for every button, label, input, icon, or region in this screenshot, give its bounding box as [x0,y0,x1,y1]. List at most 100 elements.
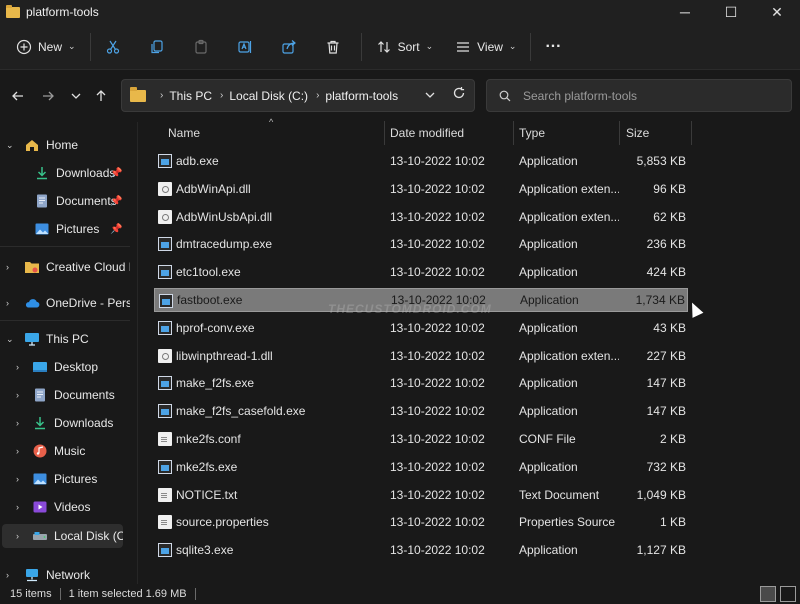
file-row[interactable]: libwinpthread-1.dll 13-10-2022 10:02 Appli… [154,344,688,368]
breadcrumb-platform-tools[interactable]: platform-tools [325,89,398,103]
file-row[interactable]: adb.exe 13-10-2022 10:02 Application 5,853 … [154,149,688,173]
rename-button[interactable] [229,31,261,63]
up-button[interactable] [91,86,111,106]
file-row[interactable]: mke2fs.exe 13-10-2022 10:02 Application 732… [154,455,688,479]
chevron-down-icon [71,93,81,99]
file-row[interactable]: AdbWinApi.dll 13-10-2022 10:02 Application… [154,177,688,201]
file-name: adb.exe [176,154,219,168]
large-icons-view-button[interactable] [780,586,796,602]
file-date-modified: 13-10-2022 10:02 [390,515,485,529]
pin-icon: 📌 [110,223,123,235]
cut-button[interactable] [97,31,129,63]
sidebar-item-documents-quick[interactable]: Documents 📌 [0,188,130,214]
pane-divider[interactable] [137,122,138,584]
search-box[interactable] [486,79,792,112]
column-header-label: Size [626,126,650,140]
file-size: 1 KB [659,515,686,529]
file-name: libwinpthread-1.dll [176,349,273,363]
chevron-right-icon: › [16,446,19,456]
view-list-icon [457,41,470,52]
column-header-date[interactable]: Date modified [390,118,464,148]
title-bar: platform-tools ─ ☐ ✕ [0,0,800,24]
details-view-button[interactable] [760,586,776,602]
sidebar-item-onedrive[interactable]: › OneDrive - Perso [0,290,130,316]
column-divider[interactable] [691,121,692,145]
file-date-modified: 13-10-2022 10:02 [390,237,485,251]
sidebar-item-pictures[interactable]: › Pictures [0,466,130,492]
file-row[interactable]: source.properties 13-10-2022 10:02 Propert… [154,510,688,534]
column-header-name[interactable]: Name [168,118,200,148]
file-date-modified: 13-10-2022 10:02 [390,154,485,168]
file-row[interactable]: sqlite3.exe 13-10-2022 10:02 Application 1,… [154,538,688,562]
file-row[interactable]: AdbWinUsbApi.dll 13-10-2022 10:02 Applicat… [154,205,688,229]
divider [0,246,130,247]
sidebar-item-documents[interactable]: › Documents [0,382,130,408]
file-name: make_f2fs_casefold.exe [176,404,306,418]
file-date-modified: 13-10-2022 10:02 [390,321,485,335]
more-options-button[interactable]: ··· [537,31,569,63]
paste-button[interactable] [185,31,217,63]
file-row[interactable]: NOTICE.txt 13-10-2022 10:02 Text Document 1… [154,483,688,507]
column-header-size[interactable]: Size [626,118,649,148]
file-row[interactable]: make_f2fs.exe 13-10-2022 10:02 Application… [154,371,688,395]
chevron-right-icon: › [160,90,164,101]
sidebar-item-this-pc[interactable]: ⌄ This PC [0,326,130,352]
delete-button[interactable] [317,31,349,63]
sidebar-item-home[interactable]: ⌄ Home [0,132,130,158]
plus-circle-icon [16,39,32,54]
file-row[interactable]: etc1tool.exe 13-10-2022 10:02 Application 4… [154,260,688,284]
breadcrumb: › This PC › Local Disk (C:) › platform-t… [152,89,398,103]
address-row: › This PC › Local Disk (C:) › platform-t… [0,70,800,122]
new-button[interactable]: New ⌄ [8,31,84,63]
close-button[interactable]: ✕ [754,0,800,24]
sort-button[interactable]: Sort ⌄ [368,31,442,63]
column-header-type[interactable]: Type [519,118,545,148]
desktop-icon [33,362,47,372]
file-size: 1,127 KB [636,543,686,557]
maximize-button[interactable]: ☐ [708,0,754,24]
column-divider[interactable] [384,121,385,145]
arrow-left-icon [12,91,23,101]
search-input[interactable] [523,88,783,103]
back-button[interactable] [8,86,28,106]
share-button[interactable] [273,31,305,63]
sidebar-item-music[interactable]: › Music [0,438,130,464]
address-history-dropdown[interactable] [424,89,436,103]
application-icon [158,543,172,557]
download-icon [35,417,45,430]
breadcrumb-this-pc[interactable]: This PC [169,89,212,103]
file-row[interactable]: make_f2fs_casefold.exe 13-10-2022 10:02 Ap… [154,399,688,423]
sidebar-item-downloads-quick[interactable]: Downloads 📌 [0,160,130,186]
dll-file-icon [158,349,172,363]
documents-icon [37,194,47,208]
sidebar-item-downloads[interactable]: › Downloads [0,410,130,436]
copy-button[interactable] [141,31,173,63]
search-icon [499,90,511,101]
sidebar-item-label: Desktop [54,360,99,374]
view-button[interactable]: View ⌄ [447,31,524,63]
sidebar-item-pictures-quick[interactable]: Pictures 📌 [0,216,130,242]
file-row[interactable]: hprof-conv.exe 13-10-2022 10:02 Applicatio… [154,316,688,340]
sidebar-item-desktop[interactable]: › Desktop [0,354,130,380]
forward-button[interactable] [38,86,58,106]
sidebar-item-creative-cloud[interactable]: › Creative Cloud F [0,254,130,280]
sidebar-item-label: Pictures [54,472,98,486]
sidebar-item-videos[interactable]: › Videos [0,494,130,520]
sidebar-item-local-disk[interactable]: › Local Disk (C:) [2,524,123,548]
address-bar[interactable]: › This PC › Local Disk (C:) › platform-t… [121,79,475,112]
scissors-icon [106,40,119,54]
recent-locations-button[interactable] [66,86,86,106]
drive-icon [33,532,47,540]
breadcrumb-local-disk[interactable]: Local Disk (C:) [229,89,308,103]
file-row[interactable]: mke2fs.conf 13-10-2022 10:02 CONF File 2 KB [154,427,688,451]
file-name: mke2fs.conf [176,432,241,446]
file-row[interactable]: dmtracedump.exe 13-10-2022 10:02 Applicati… [154,232,688,256]
minimize-button[interactable]: ─ [662,0,708,24]
refresh-button[interactable] [452,86,466,104]
chevron-right-icon: › [6,570,9,580]
column-divider[interactable] [513,121,514,145]
rename-icon [237,40,251,53]
column-divider[interactable] [619,121,620,145]
divider [59,588,61,600]
window-controls: ─ ☐ ✕ [662,0,800,24]
